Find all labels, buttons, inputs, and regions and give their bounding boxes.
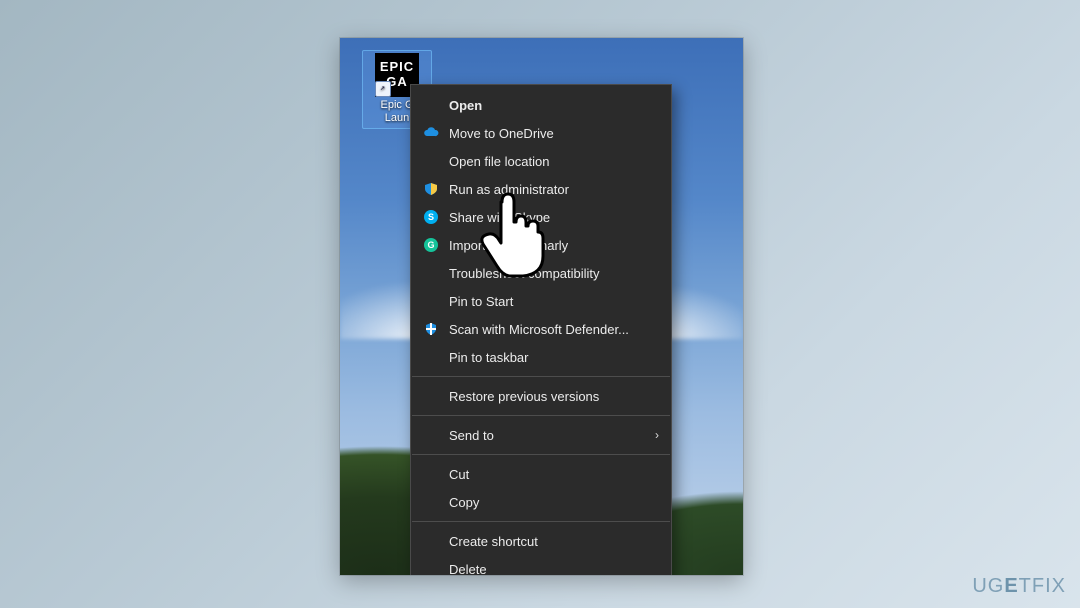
menu-item-open[interactable]: Open (411, 91, 671, 119)
menu-item-label: Create shortcut (449, 534, 657, 549)
submenu-arrow-icon: › (655, 428, 659, 442)
menu-item-restore-previous-versions[interactable]: Restore previous versions (411, 382, 671, 410)
menu-item-label: Cut (449, 467, 657, 482)
menu-item-label: Scan with Microsoft Defender... (449, 322, 657, 337)
menu-item-label: Open (449, 98, 657, 113)
blank-icon (423, 427, 439, 443)
context-menu: Open Move to OneDrive Open file location Ru… (410, 84, 672, 575)
menu-item-copy[interactable]: Copy (411, 488, 671, 516)
blank-icon (423, 466, 439, 482)
menu-item-share-with-skype[interactable]: S Share with Skype (411, 203, 671, 231)
menu-item-troubleshoot-compatibility[interactable]: Troubleshoot compatibility (411, 259, 671, 287)
defender-shield-icon (423, 321, 439, 337)
menu-item-label: Run as administrator (449, 182, 657, 197)
menu-item-label: Send to (449, 428, 657, 443)
watermark-part3: TFIX (1019, 575, 1066, 597)
blank-icon (423, 349, 439, 365)
menu-item-label: Restore previous versions (449, 389, 657, 404)
onedrive-icon (423, 125, 439, 141)
blank-icon (423, 97, 439, 113)
blank-icon (423, 494, 439, 510)
menu-item-pin-to-taskbar[interactable]: Pin to taskbar (411, 343, 671, 371)
skype-icon: S (423, 209, 439, 225)
grammarly-icon: G (423, 237, 439, 253)
blank-icon (423, 293, 439, 309)
menu-item-label: Pin to Start (449, 294, 657, 309)
menu-item-create-shortcut[interactable]: Create shortcut (411, 527, 671, 555)
shortcut-arrow-icon: ↗ (375, 81, 391, 97)
menu-item-open-file-location[interactable]: Open file location (411, 147, 671, 175)
watermark-part2: E (1004, 575, 1018, 597)
menu-item-label: Delete (449, 562, 657, 576)
menu-item-import-to-grammarly[interactable]: G Import to Grammarly (411, 231, 671, 259)
menu-item-label: Import to Grammarly (449, 238, 657, 253)
screenshot-panel: EPIC GA ↗ Epic G Laun OpenMove to OneDri… (340, 38, 743, 575)
watermark: UGETFIX (972, 575, 1066, 598)
menu-separator (412, 376, 670, 377)
blank-icon (423, 561, 439, 575)
menu-item-label: Troubleshoot compatibility (449, 266, 657, 281)
watermark-part1: UG (972, 575, 1004, 597)
blank-icon (423, 265, 439, 281)
blank-icon (423, 533, 439, 549)
menu-item-move-to-onedrive[interactable]: Move to OneDrive (411, 119, 671, 147)
menu-item-label: Copy (449, 495, 657, 510)
blank-icon (423, 388, 439, 404)
menu-separator (412, 521, 670, 522)
menu-item-label: Share with Skype (449, 210, 657, 225)
menu-item-label: Move to OneDrive (449, 126, 657, 141)
menu-separator (412, 415, 670, 416)
menu-separator (412, 454, 670, 455)
menu-item-scan-with-microsoft-defender[interactable]: Scan with Microsoft Defender... (411, 315, 671, 343)
menu-item-cut[interactable]: Cut (411, 460, 671, 488)
blank-icon (423, 153, 439, 169)
menu-item-send-to[interactable]: Send to› (411, 421, 671, 449)
menu-item-label: Pin to taskbar (449, 350, 657, 365)
menu-item-run-as-administrator[interactable]: Run as administrator (411, 175, 671, 203)
menu-item-pin-to-start[interactable]: Pin to Start (411, 287, 671, 315)
menu-item-delete[interactable]: Delete (411, 555, 671, 575)
menu-item-label: Open file location (449, 154, 657, 169)
icon-text-line1: EPIC (380, 60, 414, 75)
uac-shield-icon (423, 181, 439, 197)
